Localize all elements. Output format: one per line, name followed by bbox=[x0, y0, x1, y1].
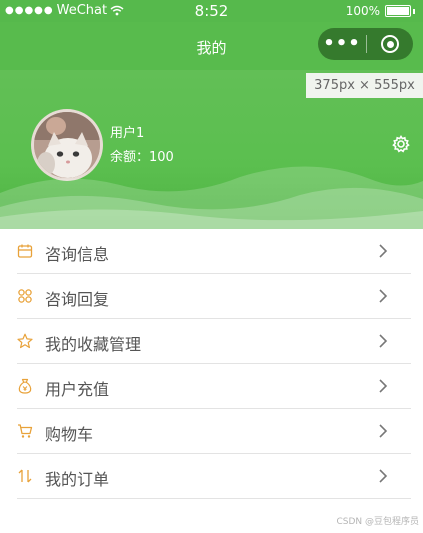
menu-item-label: 购物车 bbox=[45, 425, 94, 444]
menu-item-recharge[interactable]: 用户充值 bbox=[0, 364, 423, 409]
menu-item-consult-info[interactable]: 咨询信息 bbox=[0, 229, 423, 274]
chevron-right-icon bbox=[379, 334, 388, 348]
battery-percent: 100% bbox=[345, 4, 380, 18]
money-bag-icon bbox=[18, 378, 32, 394]
cart-icon bbox=[18, 424, 33, 438]
sort-arrows-icon bbox=[18, 469, 32, 483]
chevron-right-icon bbox=[379, 379, 388, 393]
nav-bar: 我的 ••• bbox=[0, 22, 423, 70]
menu-item-consult-reply[interactable]: 咨询回复 bbox=[0, 274, 423, 319]
close-button[interactable] bbox=[367, 35, 413, 53]
menu-item-label: 我的订单 bbox=[45, 470, 110, 489]
mini-program-capsule: ••• bbox=[318, 28, 413, 60]
battery-tip bbox=[413, 8, 415, 14]
menu-list: 咨询信息 咨询回复 我的收藏管理 用户充值 购物车 我的订单 bbox=[0, 229, 423, 499]
menu-item-orders[interactable]: 我的订单 bbox=[0, 454, 423, 499]
watermark: CSDN @豆包程序员 bbox=[336, 517, 419, 527]
battery-status: 100% bbox=[346, 4, 415, 18]
size-tag: 375px × 555px bbox=[306, 73, 423, 98]
divider bbox=[17, 498, 411, 499]
menu-item-label: 用户充值 bbox=[45, 380, 110, 399]
menu-item-label: 咨询回复 bbox=[45, 290, 110, 309]
profile-header: 375px × 555px 用户1 余额：100 bbox=[0, 70, 423, 229]
grid-icon bbox=[18, 289, 32, 303]
username: 用户1 bbox=[110, 126, 145, 141]
calendar-icon bbox=[17, 244, 33, 258]
wave-decoration bbox=[0, 166, 423, 229]
menu-item-favorites[interactable]: 我的收藏管理 bbox=[0, 319, 423, 364]
chevron-right-icon bbox=[379, 469, 388, 483]
chevron-right-icon bbox=[379, 244, 388, 258]
star-icon bbox=[17, 333, 33, 349]
gear-icon[interactable] bbox=[391, 134, 411, 154]
menu-item-label: 咨询信息 bbox=[45, 245, 110, 264]
more-button[interactable]: ••• bbox=[318, 28, 366, 60]
target-icon bbox=[381, 35, 399, 53]
status-bar: ●●●●● WeChat 8:52 100% bbox=[0, 0, 423, 22]
battery-icon bbox=[385, 5, 411, 17]
chevron-right-icon bbox=[379, 289, 388, 303]
chevron-right-icon bbox=[379, 424, 388, 438]
menu-item-cart[interactable]: 购物车 bbox=[0, 409, 423, 454]
menu-item-label: 我的收藏管理 bbox=[45, 335, 142, 354]
